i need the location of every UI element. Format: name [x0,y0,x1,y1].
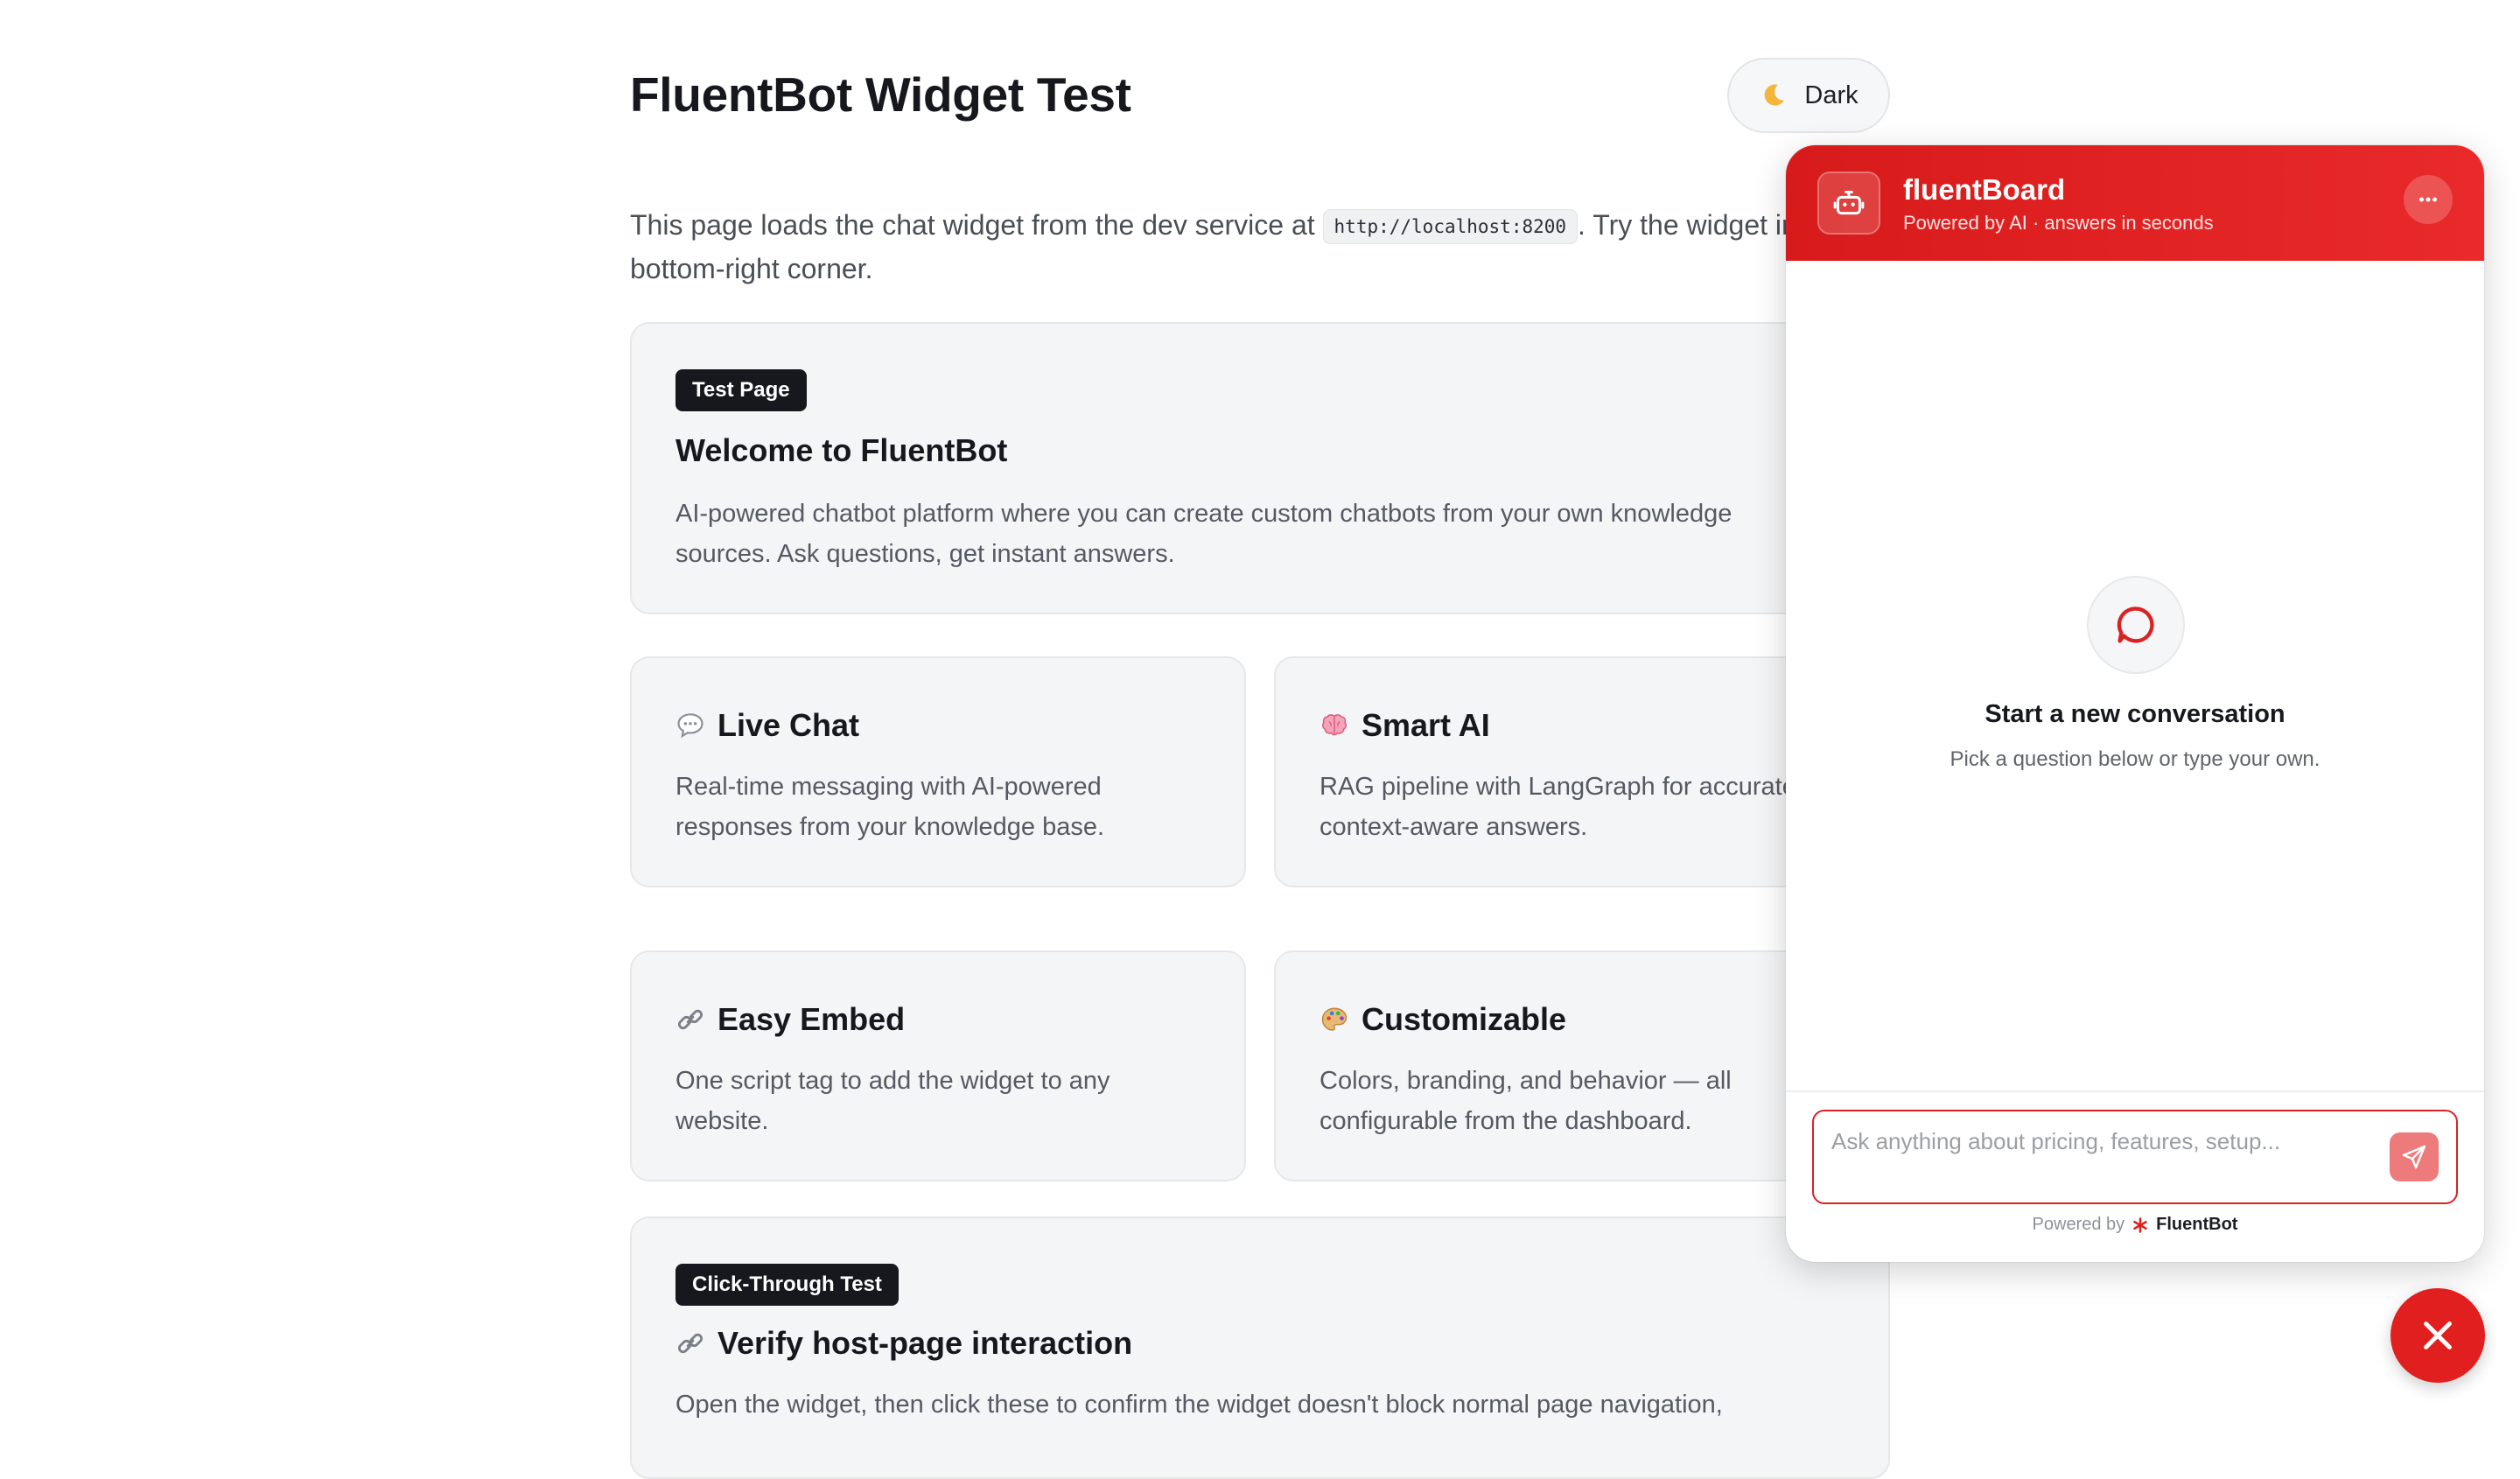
speech-balloon-icon [677,713,704,739]
feature-title-text: Easy Embed [718,1001,906,1037]
moon-icon [1765,84,1785,106]
test-page-badge: Test Page [676,369,807,411]
footer-prefix: Powered by [2032,1215,2125,1234]
feature-title: Easy Embed [676,1001,905,1038]
page-title: FluentBot Widget Test [630,67,1131,122]
feature-card-easy-embed: Easy Embed One script tag to add the wid… [630,950,1246,1181]
link-icon [677,1009,704,1030]
close-widget-button[interactable] [2390,1288,2485,1383]
palette-icon [1321,1007,1348,1031]
more-horizontal-icon [2419,197,2437,202]
chat-bubble-icon [2117,606,2154,643]
click-through-description: Open the widget, then click these to con… [676,1391,1723,1419]
test-page: FluentBot Widget Test Dark This page loa… [0,0,2520,1479]
feature-card-live-chat: Live Chat Real-time messaging with AI-po… [630,656,1246,887]
widget-footer: Powered by FluentBot [1786,1215,2484,1235]
widget-subtitle: Powered by AI · answers in seconds [1903,212,2214,234]
intro-text: This page loads the chat widget from the… [630,203,1890,291]
send-icon [2402,1145,2426,1169]
bot-avatar [1817,172,1880,235]
link-icon [677,1333,704,1354]
welcome-title-text: Welcome to FluentBot [676,432,1008,468]
empty-state-subtitle: Pick a question below or type your own. [1950,747,2320,771]
close-icon [2424,1321,2452,1349]
click-through-card: Click-Through Test Verify host-page inte… [630,1216,1890,1479]
feature-title-text: Smart AI [1362,707,1490,743]
footer-brand[interactable]: FluentBot [2156,1215,2237,1235]
chat-widget: fluentBoard Powered by AI · answers in s… [1786,145,2484,1262]
feature-title: Live Chat [676,707,859,744]
feature-description: One script tag to add the widget to any … [676,1067,1110,1135]
click-through-title: Verify host-page interaction [676,1325,1132,1362]
dev-service-url: http://localhost:8200 [1322,209,1578,244]
feature-description: Colors, branding, and behavior — all con… [1320,1067,1732,1135]
message-composer [1812,1110,2458,1204]
welcome-title: Welcome to FluentBot [676,432,1007,469]
widget-header: fluentBoard Powered by AI · answers in s… [1786,145,2484,261]
feature-description: RAG pipeline with LangGraph for accurate… [1320,773,1803,841]
feature-title: Smart AI [1320,707,1490,744]
empty-state-icon [2087,576,2185,674]
empty-state-title: Start a new conversation [1984,700,2286,728]
feature-description: Real-time messaging with AI-powered resp… [676,773,1105,841]
welcome-card: Test Page Welcome to FluentBot AI-powere… [630,322,1890,614]
intro-text-before: This page loads the chat widget from the… [630,209,1323,241]
widget-bot-name: fluentBoard [1903,173,2066,206]
robot-icon [1833,191,1865,215]
feature-title-text: Live Chat [718,707,860,743]
message-input[interactable] [1831,1124,2391,1159]
feature-title-text: Customizable [1362,1001,1567,1037]
dark-toggle-label: Dark [1804,81,1858,109]
dark-mode-toggle[interactable]: Dark [1727,58,1890,133]
brain-icon [1322,714,1347,736]
feature-title: Customizable [1320,1001,1566,1038]
click-through-badge: Click-Through Test [676,1264,899,1306]
more-options-button[interactable] [2404,175,2453,224]
welcome-description: AI-powered chatbot platform where you ca… [676,500,1732,568]
send-button[interactable] [2390,1132,2439,1181]
click-through-title-text: Verify host-page interaction [718,1325,1133,1361]
composer-divider [1786,1090,2484,1092]
fluentbot-logo-icon [2133,1216,2147,1233]
